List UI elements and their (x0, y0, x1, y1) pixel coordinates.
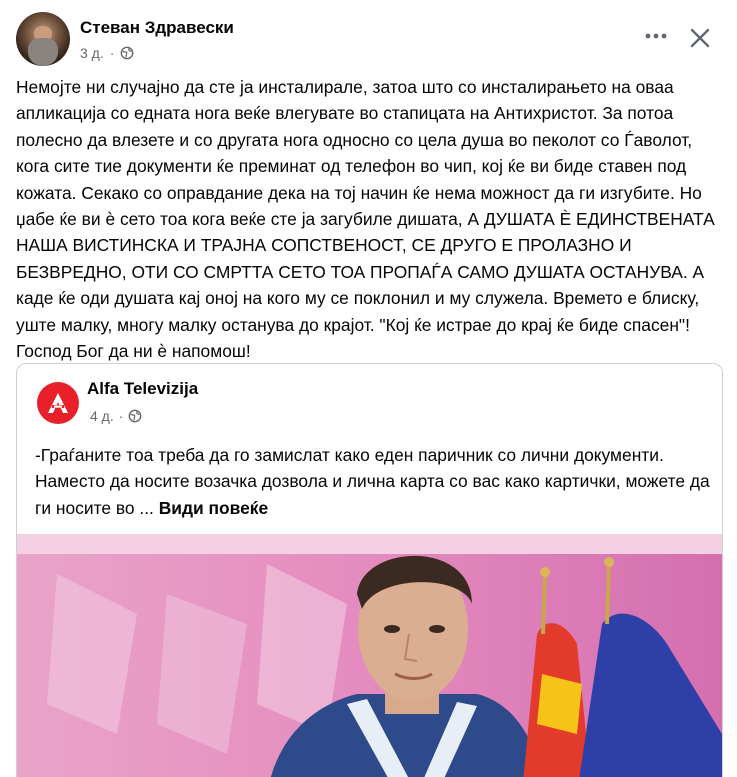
shared-body-text: -Граѓаните тоа треба да го замислат како… (35, 442, 715, 521)
shared-meta: Alfa Televizija 4 д. · (87, 378, 198, 424)
shared-separator-dot: · (118, 408, 124, 424)
more-options-button[interactable] (640, 26, 672, 46)
globe-icon[interactable] (128, 409, 142, 423)
globe-icon[interactable] (120, 46, 134, 60)
shared-text-content: -Граѓаните тоа треба да го замислат како… (35, 445, 710, 518)
shared-time[interactable]: 4 д. (90, 408, 114, 424)
post-subline: 3 д. · (80, 45, 234, 61)
close-button[interactable] (684, 22, 716, 54)
photo-illustration (17, 534, 722, 777)
more-dots-icon (645, 33, 667, 39)
alfa-logo[interactable] (37, 382, 79, 424)
shared-post[interactable]: Alfa Televizija 4 д. · -Граѓаните тоа тр… (16, 363, 723, 777)
alfa-logo-icon (48, 393, 68, 413)
author-name[interactable]: Стеван Здравески (80, 17, 234, 39)
avatar-beard (28, 38, 58, 66)
post-card: Стеван Здравески 3 д. · Немојте ни случа… (0, 0, 737, 777)
post-header: Стеван Здравески 3 д. · (16, 12, 234, 66)
author-avatar[interactable] (16, 12, 70, 66)
post-time[interactable]: 3 д. (80, 45, 104, 61)
see-more-link[interactable]: Види повеќе (159, 498, 268, 518)
shared-subline: 4 д. · (90, 408, 198, 424)
post-meta: Стеван Здравески 3 д. · (80, 17, 234, 61)
separator-dot: · (109, 45, 115, 61)
shared-page-name[interactable]: Alfa Televizija (87, 378, 198, 400)
close-icon (690, 28, 710, 48)
shared-photo[interactable] (17, 534, 722, 777)
shared-post-header: Alfa Televizija 4 д. · (37, 378, 198, 424)
post-body-text: Немојте ни случајно да сте ја инсталирал… (16, 77, 715, 362)
